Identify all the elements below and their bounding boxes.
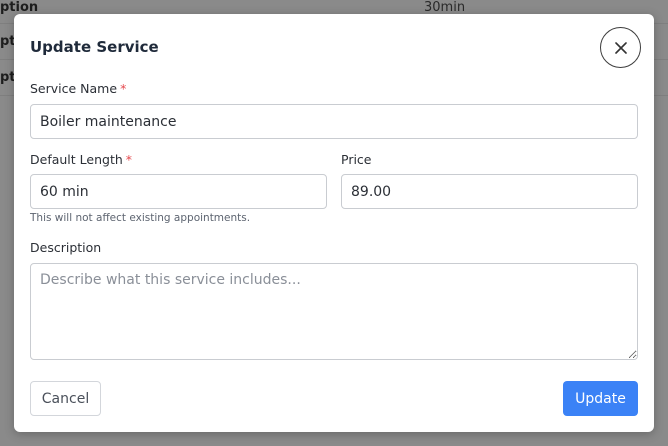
service-name-label-text: Service Name xyxy=(30,81,118,96)
required-mark: * xyxy=(125,152,133,167)
description-textarea[interactable] xyxy=(30,263,638,360)
close-icon xyxy=(614,41,627,54)
service-name-input[interactable] xyxy=(30,104,638,139)
close-button[interactable] xyxy=(600,27,641,68)
service-name-label: Service Name * xyxy=(30,81,126,96)
required-mark: * xyxy=(120,81,127,96)
update-button[interactable]: Update xyxy=(563,381,638,416)
cancel-button[interactable]: Cancel xyxy=(30,381,101,416)
price-label: Price xyxy=(341,152,372,167)
price-input[interactable] xyxy=(341,174,638,209)
update-service-modal: Update Service Service Name* Default Len… xyxy=(14,14,654,432)
default-length-label-text: Default Length xyxy=(30,152,123,167)
default-length-hint: This will not affect existing appointmen… xyxy=(30,212,251,224)
default-length-input[interactable] xyxy=(30,174,327,209)
background-row-duration: 30min xyxy=(424,0,466,15)
modal-title: Update Service xyxy=(30,38,159,56)
background-row-label: ption xyxy=(0,0,39,15)
default-length-label: Default Length * xyxy=(30,152,132,167)
description-label: Description xyxy=(30,240,102,255)
